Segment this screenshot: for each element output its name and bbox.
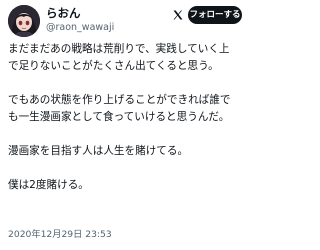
avatar[interactable] (8, 5, 40, 37)
display-name[interactable]: らおん (46, 5, 81, 21)
tweet-text: まだまだあの戦略は荒削りで、実践していく上で足りないことがたくさん出てくると思う… (8, 41, 240, 194)
tweet-paragraph: まだまだあの戦略は荒削りで、実践していく上で足りないことがたくさん出てくると思う… (8, 43, 230, 72)
avatar-image (8, 5, 40, 37)
user-handle[interactable]: @raon_wawaji (46, 22, 114, 34)
x-logo-icon[interactable] (172, 9, 184, 21)
tweet-paragraph: 漫画家を目指す人は人生を賭けてる。 (8, 145, 189, 157)
tweet-paragraph: でもあの状態を作り上げることができれば誰でも一生漫画家として食っていけると思うん… (8, 94, 231, 123)
name-row: らおん (46, 5, 81, 21)
tweet-timestamp[interactable]: 2020年12月29日 23:53 (8, 229, 112, 241)
tweet-header: らおん @raon_wawaji フォローする (0, 0, 246, 44)
tweet-paragraph: 僕は2度賭ける。 (8, 179, 89, 191)
follow-button[interactable]: フォローする (188, 6, 242, 24)
